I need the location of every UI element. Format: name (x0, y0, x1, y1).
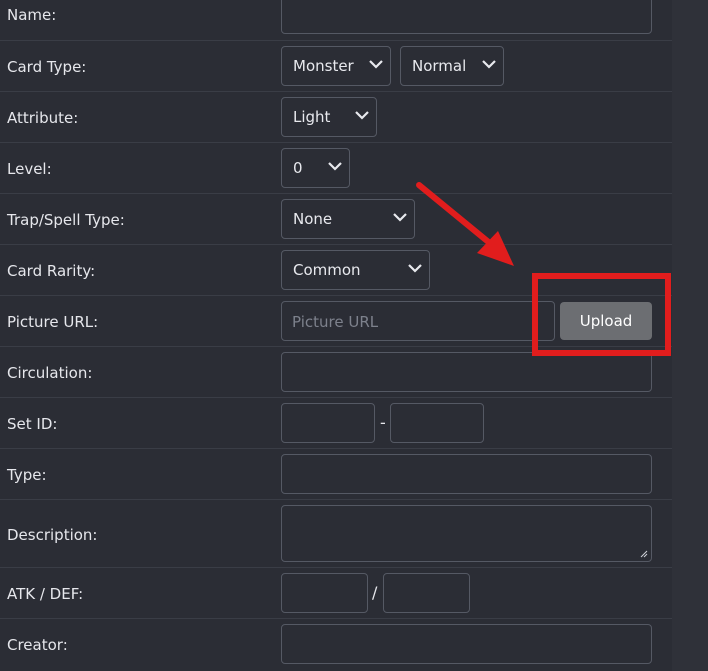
card-subtype-value: Normal (412, 57, 467, 75)
card-type-select[interactable]: Monster (281, 46, 391, 86)
circulation-input[interactable] (281, 352, 652, 392)
card-type-value: Monster (293, 57, 354, 75)
card-type-row: Card Type: Monster Normal (0, 41, 672, 92)
atk-def-separator: / (372, 583, 378, 602)
set-id-label: Set ID: (7, 415, 58, 433)
name-input[interactable] (281, 0, 652, 34)
name-row: Name: (0, 0, 672, 41)
set-id-separator: - (380, 413, 386, 432)
attribute-select[interactable]: Light (281, 97, 377, 137)
description-label: Description: (7, 526, 98, 544)
attribute-row: Attribute: Light (0, 92, 672, 143)
page-margin (672, 0, 708, 671)
creator-input[interactable] (281, 624, 652, 664)
chevron-down-icon (482, 60, 496, 69)
description-row: Description: (0, 500, 672, 568)
chevron-down-icon (369, 60, 383, 69)
rarity-label: Card Rarity: (7, 262, 96, 280)
attribute-label: Attribute: (7, 109, 79, 127)
chevron-down-icon (328, 162, 342, 171)
level-label: Level: (7, 160, 52, 178)
trap-spell-value: None (293, 210, 333, 228)
level-select[interactable]: 0 (281, 148, 350, 188)
description-textarea[interactable] (281, 505, 652, 562)
creator-row: Creator: (0, 619, 672, 671)
trap-spell-row: Trap/Spell Type: None (0, 194, 672, 245)
creator-label: Creator: (7, 636, 68, 654)
atk-def-label: ATK / DEF: (7, 585, 84, 603)
level-row: Level: 0 (0, 143, 672, 194)
annotation-arrow-icon (416, 182, 514, 266)
annotation-highlight-box (532, 273, 671, 356)
def-input[interactable] (383, 573, 470, 613)
trap-spell-select[interactable]: None (281, 199, 415, 239)
attribute-value: Light (293, 108, 331, 126)
type-row: Type: (0, 449, 672, 500)
resize-handle-icon[interactable] (640, 550, 648, 558)
name-label: Name: (7, 6, 57, 24)
set-id-prefix-input[interactable] (281, 403, 375, 443)
set-id-number-input[interactable] (390, 403, 484, 443)
set-id-row: Set ID: - (0, 398, 672, 449)
trap-spell-label: Trap/Spell Type: (7, 211, 125, 229)
picture-url-label: Picture URL: (7, 313, 99, 331)
picture-url-placeholder: Picture URL (292, 313, 379, 331)
type-input[interactable] (281, 454, 652, 494)
card-subtype-select[interactable]: Normal (400, 46, 504, 86)
atk-input[interactable] (281, 573, 368, 613)
circulation-label: Circulation: (7, 364, 93, 382)
chevron-down-icon (355, 111, 369, 120)
type-label: Type: (7, 466, 47, 484)
level-value: 0 (293, 159, 303, 177)
rarity-value: Common (293, 261, 361, 279)
atk-def-row: ATK / DEF: / (0, 568, 672, 619)
card-type-label: Card Type: (7, 58, 87, 76)
picture-url-input[interactable]: Picture URL (281, 301, 555, 341)
